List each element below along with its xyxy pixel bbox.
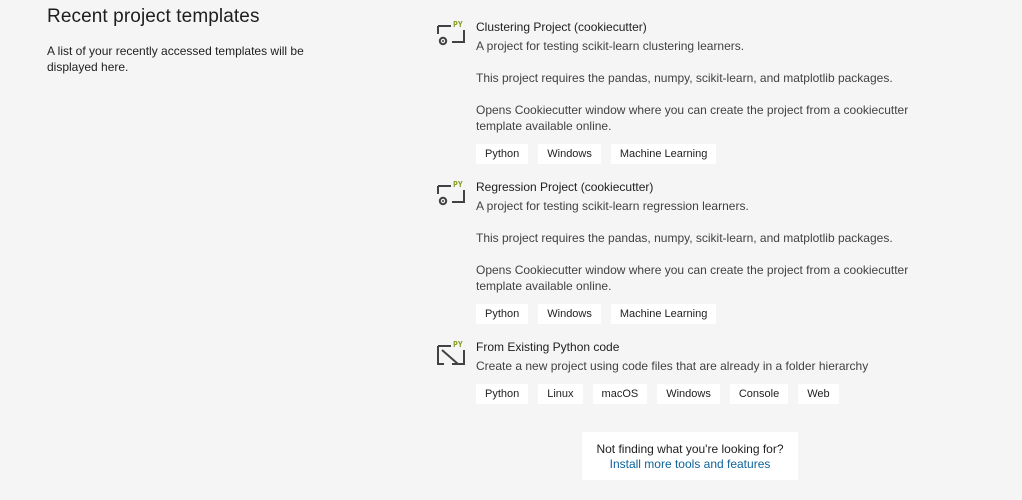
tag-python: Python bbox=[476, 144, 529, 164]
python-project-gear-icon: PY bbox=[436, 20, 466, 48]
template-requirements: This project requires the pandas, numpy,… bbox=[476, 231, 893, 245]
recent-templates-panel: Recent project templates A list of your … bbox=[47, 6, 347, 75]
tag-macos: macOS bbox=[592, 384, 648, 404]
template-item-existing-code[interactable]: PY From Existing Python code Create a ne… bbox=[436, 338, 936, 428]
tag-console: Console bbox=[729, 384, 789, 404]
tag-python: Python bbox=[476, 304, 529, 324]
tag-machine-learning: Machine Learning bbox=[610, 304, 717, 324]
template-tags: Python Linux macOS Windows Console Web bbox=[476, 384, 936, 404]
recent-templates-description: A list of your recently accessed templat… bbox=[47, 44, 304, 74]
template-summary: A project for testing scikit-learn regre… bbox=[476, 199, 749, 213]
install-more-tools-link[interactable]: Install more tools and features bbox=[582, 457, 798, 471]
template-tags: Python Windows Machine Learning bbox=[476, 144, 936, 164]
template-note: Opens Cookiecutter window where you can … bbox=[476, 263, 909, 293]
tag-windows: Windows bbox=[538, 144, 601, 164]
tag-python: Python bbox=[476, 384, 529, 404]
python-project-gear-icon: PY bbox=[436, 180, 466, 208]
template-note: Opens Cookiecutter window where you can … bbox=[476, 103, 909, 133]
svg-text:PY: PY bbox=[453, 340, 463, 349]
template-item-regression[interactable]: PY Regression Project (cookiecutter) A p… bbox=[436, 178, 936, 338]
template-summary: Create a new project using code files th… bbox=[476, 359, 869, 373]
template-list: PY Clustering Project (cookiecutter) A p… bbox=[436, 18, 936, 428]
template-summary: A project for testing scikit-learn clust… bbox=[476, 39, 745, 53]
tag-linux: Linux bbox=[538, 384, 583, 404]
template-item-clustering[interactable]: PY Clustering Project (cookiecutter) A p… bbox=[436, 18, 936, 178]
tag-windows: Windows bbox=[538, 304, 601, 324]
not-finding-question: Not finding what you're looking for? bbox=[596, 442, 784, 456]
template-tags: Python Windows Machine Learning bbox=[476, 304, 936, 324]
svg-text:PY: PY bbox=[453, 20, 463, 29]
recent-templates-title: Recent project templates bbox=[47, 6, 260, 27]
not-finding-panel: Not finding what you're looking for? Ins… bbox=[582, 432, 798, 480]
python-existing-code-icon: PY bbox=[436, 340, 466, 368]
template-title: From Existing Python code bbox=[476, 340, 620, 354]
tag-web: Web bbox=[798, 384, 839, 404]
tag-windows: Windows bbox=[657, 384, 720, 404]
tag-machine-learning: Machine Learning bbox=[610, 144, 717, 164]
template-title: Clustering Project (cookiecutter) bbox=[476, 20, 647, 34]
template-requirements: This project requires the pandas, numpy,… bbox=[476, 71, 893, 85]
template-title: Regression Project (cookiecutter) bbox=[476, 180, 654, 194]
svg-text:PY: PY bbox=[453, 180, 463, 189]
